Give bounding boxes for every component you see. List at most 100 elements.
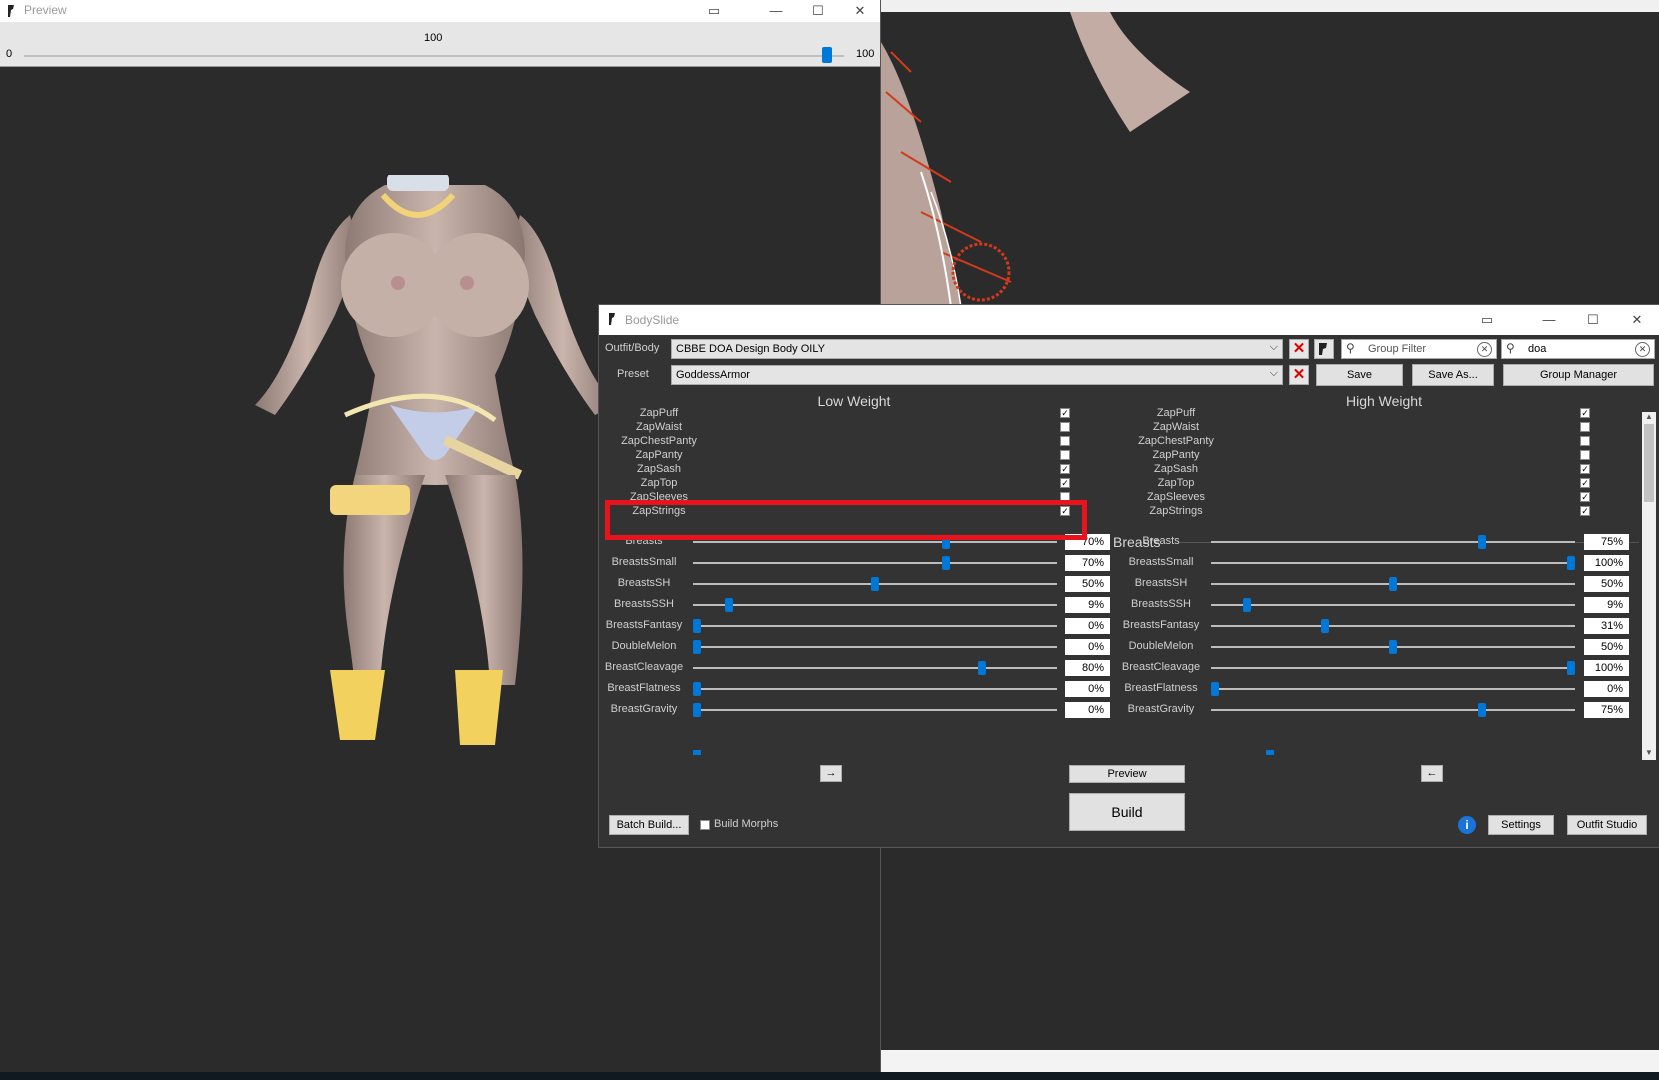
high-slider-thumb[interactable] xyxy=(1567,661,1575,675)
high-slider-track[interactable] xyxy=(1211,604,1575,606)
low-zap-checkbox[interactable]: ✓ xyxy=(1060,408,1070,418)
toggle-icon[interactable]: ▭ xyxy=(694,0,734,22)
close-button[interactable]: ✕ xyxy=(1617,308,1657,332)
low-slider-thumb[interactable] xyxy=(871,577,879,591)
high-zap-checkbox[interactable]: ✓ xyxy=(1580,506,1590,516)
high-slider-thumb[interactable] xyxy=(1478,535,1486,549)
high-slider-thumb[interactable] xyxy=(1389,640,1397,654)
high-slider-track[interactable] xyxy=(1211,625,1575,627)
maximize-button[interactable]: ☐ xyxy=(1573,308,1613,332)
low-slider-track[interactable] xyxy=(693,688,1057,690)
low-slider-value[interactable]: 9% xyxy=(1065,597,1110,613)
high-zap-checkbox[interactable] xyxy=(1580,422,1590,432)
high-slider-value[interactable]: 9% xyxy=(1584,597,1629,613)
high-zap-checkbox[interactable]: ✓ xyxy=(1580,408,1590,418)
high-zap-checkbox[interactable]: ✓ xyxy=(1580,492,1590,502)
low-slider-track[interactable] xyxy=(693,541,1057,543)
low-slider-value[interactable]: 0% xyxy=(1065,702,1110,718)
slider-thumb[interactable] xyxy=(693,750,701,755)
high-slider-thumb[interactable] xyxy=(1211,682,1219,696)
group-filter-input[interactable]: ⚲ Group Filter ✕ xyxy=(1341,339,1497,359)
high-slider-value[interactable]: 75% xyxy=(1584,702,1629,718)
low-slider-value[interactable]: 80% xyxy=(1065,660,1110,676)
high-slider-thumb[interactable] xyxy=(1243,598,1252,612)
low-slider-track[interactable] xyxy=(693,604,1057,606)
outfit-body-select[interactable]: CBBE DOA Design Body OILY ⌵ xyxy=(671,339,1283,359)
settings-button[interactable]: Settings xyxy=(1488,815,1554,835)
toggle-icon[interactable]: ▭ xyxy=(1467,308,1507,332)
low-slider-track[interactable] xyxy=(693,709,1057,711)
low-slider-value[interactable]: 50% xyxy=(1065,576,1110,592)
low-slider-track[interactable] xyxy=(693,562,1057,564)
low-slider-thumb[interactable] xyxy=(693,640,701,654)
delete-preset-icon[interactable]: ✕ xyxy=(1289,365,1309,385)
low-slider-track[interactable] xyxy=(693,625,1057,627)
copy-to-low-button[interactable]: ← xyxy=(1421,765,1443,782)
low-slider-value[interactable]: 0% xyxy=(1065,639,1110,655)
low-zap-checkbox[interactable]: ✓ xyxy=(1060,464,1070,474)
high-slider-track[interactable] xyxy=(1211,688,1575,690)
maximize-button[interactable]: ☐ xyxy=(798,0,838,22)
group-manager-button[interactable]: Group Manager xyxy=(1503,364,1654,386)
outfit-filter-input[interactable]: ⚲ doa ✕ xyxy=(1501,339,1655,359)
scrollbar-thumb[interactable] xyxy=(1644,424,1654,502)
high-slider-thumb[interactable] xyxy=(1567,556,1575,570)
weight-slider-thumb[interactable] xyxy=(822,47,832,63)
high-slider-thumb[interactable] xyxy=(1478,703,1486,717)
high-slider-value[interactable]: 50% xyxy=(1584,576,1629,592)
weight-slider-track[interactable] xyxy=(24,55,844,57)
outfit-studio-shortcut-icon[interactable] xyxy=(1314,339,1334,359)
scroll-up-icon[interactable]: ▲ xyxy=(1642,412,1656,424)
low-zap-checkbox[interactable]: ✓ xyxy=(1060,478,1070,488)
minimize-button[interactable]: — xyxy=(1529,308,1569,332)
slider-thumb[interactable] xyxy=(1266,750,1274,755)
preview-button[interactable]: Preview xyxy=(1069,765,1185,783)
high-zap-checkbox[interactable]: ✓ xyxy=(1580,478,1590,488)
high-slider-value[interactable]: 31% xyxy=(1584,618,1629,634)
build-button[interactable]: Build xyxy=(1069,793,1185,831)
minimize-button[interactable]: — xyxy=(756,0,796,22)
low-slider-value[interactable]: 70% xyxy=(1065,555,1110,571)
close-button[interactable]: ✕ xyxy=(840,0,880,22)
high-slider-thumb[interactable] xyxy=(1321,619,1330,633)
low-slider-track[interactable] xyxy=(693,646,1057,648)
low-slider-thumb[interactable] xyxy=(977,661,986,675)
low-slider-value[interactable]: 0% xyxy=(1065,618,1110,634)
low-slider-thumb[interactable] xyxy=(693,682,701,696)
low-zap-checkbox[interactable] xyxy=(1060,422,1070,432)
high-slider-track[interactable] xyxy=(1211,541,1575,543)
save-as-button[interactable]: Save As... xyxy=(1412,364,1494,386)
low-slider-value[interactable]: 0% xyxy=(1065,681,1110,697)
low-slider-thumb[interactable] xyxy=(693,619,701,633)
clear-outfit-icon[interactable]: ✕ xyxy=(1289,339,1309,359)
clear-icon[interactable]: ✕ xyxy=(1635,342,1650,357)
batch-build-button[interactable]: Batch Build... xyxy=(609,815,689,835)
low-zap-checkbox[interactable] xyxy=(1060,436,1070,446)
high-slider-value[interactable]: 100% xyxy=(1584,660,1629,676)
build-morphs-checkbox[interactable] xyxy=(700,820,710,830)
high-slider-thumb[interactable] xyxy=(1389,577,1397,591)
high-slider-track[interactable] xyxy=(1211,667,1575,669)
info-icon[interactable]: i xyxy=(1458,816,1476,834)
copy-to-high-button[interactable]: → xyxy=(820,765,842,782)
low-slider-track[interactable] xyxy=(693,667,1057,669)
high-zap-checkbox[interactable] xyxy=(1580,436,1590,446)
clear-icon[interactable]: ✕ xyxy=(1477,342,1492,357)
scroll-down-icon[interactable]: ▼ xyxy=(1642,748,1656,760)
save-button[interactable]: Save xyxy=(1316,364,1403,386)
outfit-studio-button[interactable]: Outfit Studio xyxy=(1567,815,1647,835)
high-slider-value[interactable]: 50% xyxy=(1584,639,1629,655)
low-slider-thumb[interactable] xyxy=(725,598,734,612)
high-slider-value[interactable]: 75% xyxy=(1584,534,1629,550)
high-zap-checkbox[interactable] xyxy=(1580,450,1590,460)
high-slider-value[interactable]: 100% xyxy=(1584,555,1629,571)
high-zap-checkbox[interactable]: ✓ xyxy=(1580,464,1590,474)
high-slider-track[interactable] xyxy=(1211,709,1575,711)
high-slider-value[interactable]: 0% xyxy=(1584,681,1629,697)
body-preview-model[interactable] xyxy=(255,175,615,795)
preset-select[interactable]: GoddessArmor ⌵ xyxy=(671,365,1283,385)
low-slider-thumb[interactable] xyxy=(942,556,951,570)
low-slider-thumb[interactable] xyxy=(693,703,701,717)
high-slider-track[interactable] xyxy=(1211,562,1575,564)
low-zap-checkbox[interactable] xyxy=(1060,450,1070,460)
